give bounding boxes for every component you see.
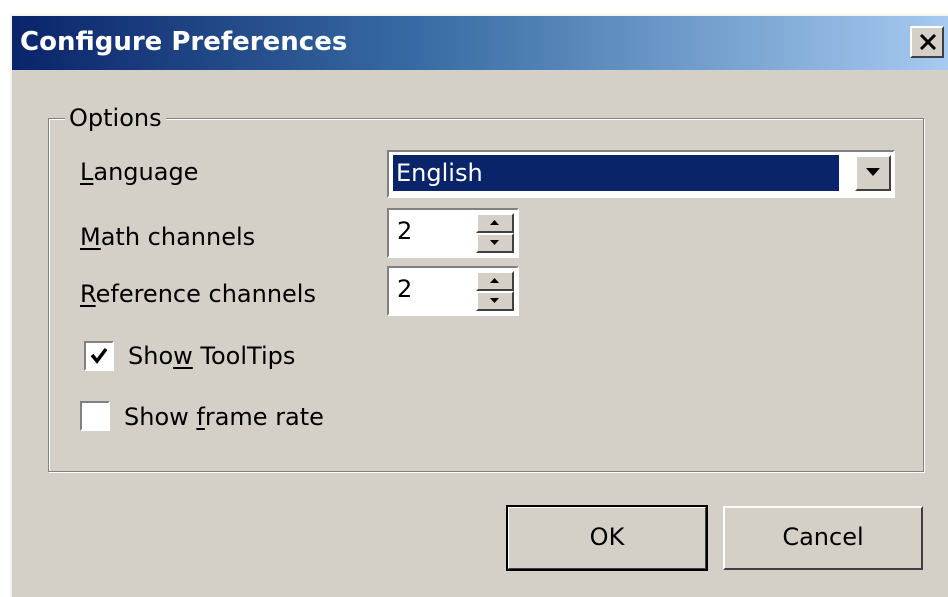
reference-channels-decrement-button[interactable] [476, 291, 514, 311]
language-label: Language [80, 158, 199, 186]
title-bar[interactable]: Configure Preferences [12, 16, 948, 70]
reference-channels-label: Reference channels [80, 280, 316, 308]
math-channels-mnemonic: M [80, 223, 101, 251]
math-channels-increment-button[interactable] [476, 213, 514, 233]
math-channels-value[interactable]: 2 [397, 216, 412, 246]
language-dropdown-button[interactable] [855, 155, 891, 191]
window-title: Configure Preferences [20, 27, 348, 57]
arrow-down-icon [490, 298, 499, 303]
math-channels-label: Math channels [80, 223, 256, 251]
close-icon [919, 34, 937, 50]
preferences-dialog: Configure Preferences Options Language E… [10, 14, 948, 597]
cancel-button[interactable]: Cancel [723, 506, 923, 570]
reference-channels-increment-button[interactable] [476, 271, 514, 291]
show-tooltips-mnemonic: w [173, 342, 193, 370]
language-mnemonic: L [80, 158, 94, 186]
arrow-up-icon [490, 220, 499, 225]
language-selected-value: English [393, 155, 839, 191]
chevron-down-icon [866, 168, 880, 176]
show-frame-rate-label[interactable]: Show frame rate [124, 402, 324, 432]
language-select[interactable]: English [387, 150, 895, 198]
show-frame-rate-checkbox[interactable] [80, 401, 110, 431]
show-frame-rate-mnemonic: f [196, 403, 205, 431]
reference-channels-mnemonic: R [80, 280, 96, 308]
arrow-down-icon [490, 240, 499, 245]
options-group-label: Options [65, 103, 166, 133]
close-button[interactable] [910, 26, 944, 58]
show-tooltips-label[interactable]: Show ToolTips [128, 341, 295, 371]
show-tooltips-checkbox[interactable] [84, 341, 114, 371]
math-channels-spinner[interactable]: 2 [387, 208, 519, 258]
checkmark-icon [90, 347, 108, 364]
math-channels-decrement-button[interactable] [476, 233, 514, 253]
ok-button[interactable]: OK [506, 505, 708, 571]
arrow-up-icon [490, 278, 499, 283]
reference-channels-spinner[interactable]: 2 [387, 266, 519, 316]
reference-channels-value[interactable]: 2 [397, 274, 412, 304]
